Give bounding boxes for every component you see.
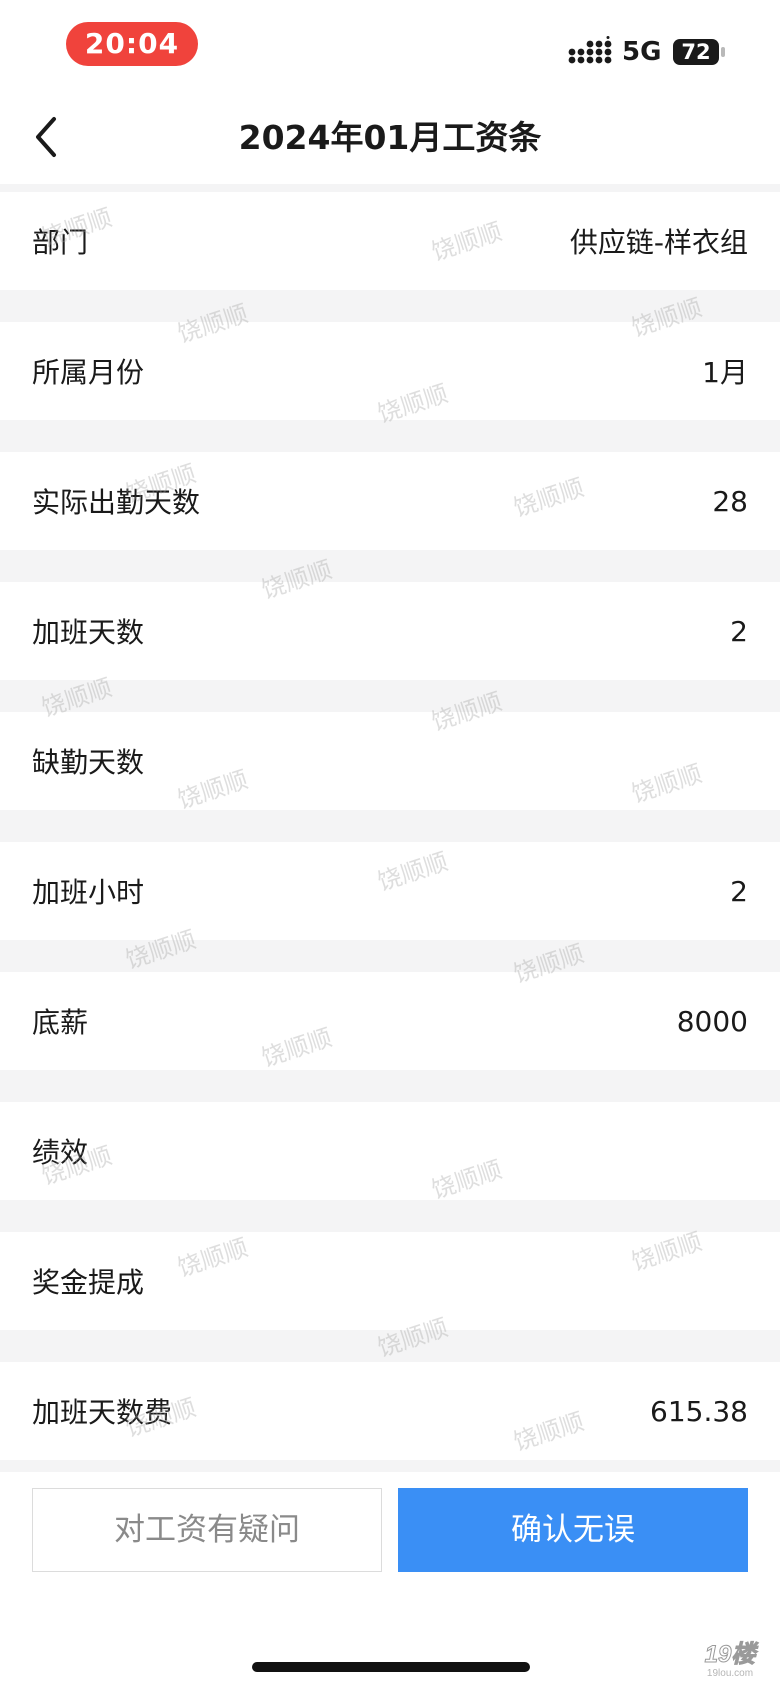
network-type: 5G [622, 37, 662, 67]
row-label: 加班小时 [32, 876, 145, 909]
row-department: 部门 供应链-样衣组 [0, 192, 780, 290]
salary-question-button[interactable]: 对工资有疑问 [32, 1488, 382, 1572]
row-label: 奖金提成 [32, 1266, 145, 1299]
home-indicator[interactable] [252, 1662, 530, 1672]
row-value: 2 [730, 874, 748, 908]
row-performance: 绩效 [0, 1102, 780, 1200]
row-value: 1月 [702, 356, 748, 389]
row-base-salary: 底薪 8000 [0, 972, 780, 1070]
svg-text:19楼: 19楼 [705, 1641, 760, 1668]
row-bonus: 奖金提成 [0, 1232, 780, 1330]
row-label: 加班天数费 [32, 1396, 173, 1429]
row-label: 绩效 [32, 1136, 89, 1169]
row-label: 所属月份 [32, 356, 145, 389]
row-value: 28 [712, 484, 748, 518]
row-label: 底薪 [32, 1006, 89, 1039]
status-time: 20:04 [66, 22, 198, 66]
row-label: 部门 [32, 226, 89, 259]
row-month: 所属月份 1月 [0, 322, 780, 420]
status-bar: 20:04 5G 72 [0, 0, 780, 92]
row-attendance-days: 实际出勤天数 28 [0, 452, 780, 550]
row-value: 8000 [676, 1004, 748, 1038]
action-bar: 对工资有疑问 确认无误 [0, 1472, 780, 1688]
row-overtime-hours: 加班小时 2 [0, 842, 780, 940]
row-value: 615.38 [650, 1394, 748, 1428]
row-absence-days: 缺勤天数 [0, 712, 780, 810]
svg-text:19lou.com: 19lou.com [707, 1668, 753, 1679]
row-value: 2 [730, 614, 748, 648]
row-value: 供应链-样衣组 [569, 226, 748, 259]
site-logo: 19楼 19lou.com [704, 1641, 760, 1680]
row-label: 缺勤天数 [32, 746, 145, 779]
page-title: 2024年01月工资条 [238, 118, 542, 157]
signal-icon [568, 36, 612, 64]
battery-level: 72 [681, 40, 711, 64]
row-overtime-days: 加班天数 2 [0, 582, 780, 680]
chevron-left-icon[interactable] [30, 112, 70, 162]
row-label: 实际出勤天数 [32, 486, 201, 519]
salary-detail-list: 部门 供应链-样衣组 所属月份 1月 实际出勤天数 28 加班天数 2 缺勤天数… [0, 192, 780, 1492]
row-label: 加班天数 [32, 616, 145, 649]
nav-bar: 2024年01月工资条 [0, 92, 780, 184]
row-overtime-pay: 加班天数费 615.38 [0, 1362, 780, 1460]
confirm-button[interactable]: 确认无误 [398, 1488, 748, 1572]
